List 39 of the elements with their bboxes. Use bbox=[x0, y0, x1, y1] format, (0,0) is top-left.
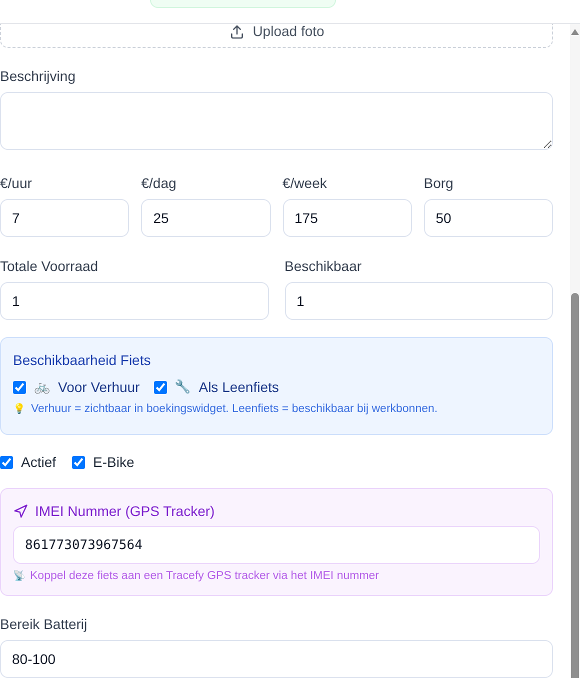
input-field[interactable]: 80-100 bbox=[0, 640, 553, 678]
emoji-icon: 🔧 bbox=[174, 379, 191, 395]
upload-icon bbox=[228, 24, 245, 40]
description-field[interactable] bbox=[0, 92, 553, 150]
input-field[interactable]: 7 bbox=[0, 199, 130, 237]
checkbox[interactable] bbox=[154, 380, 167, 394]
field-label: €/uur bbox=[0, 174, 33, 192]
checkbox-label[interactable]: E-Bike bbox=[93, 454, 134, 470]
emoji-icon: 🚲 bbox=[34, 379, 50, 395]
panel-title: Beschikbaarheid Fiets bbox=[13, 351, 152, 369]
hint-text: Koppel deze fiets aan een Tracefy GPS tracker via het IMEI nummer bbox=[30, 570, 379, 582]
hint-text: Verhuur = zichtbaar in boekingswidget. Leenfiets = beschikbaar bij werkbonnen. bbox=[31, 403, 438, 415]
field-label: Beschikbaar bbox=[284, 257, 363, 275]
panel-title: IMEI Nummer (GPS Tracker) bbox=[35, 502, 215, 520]
input-field[interactable]: 1 bbox=[0, 282, 268, 320]
scrollbar[interactable] bbox=[570, 24, 580, 678]
satellite-icon: 📡 bbox=[13, 570, 25, 582]
field-label: €/dag bbox=[141, 174, 178, 192]
input-field[interactable]: 861773073967564 bbox=[13, 526, 540, 564]
checkbox[interactable] bbox=[13, 380, 26, 394]
field-label: Borg bbox=[424, 174, 454, 192]
checkbox-label[interactable]: Als Leenfiets bbox=[198, 379, 279, 395]
checkbox[interactable] bbox=[72, 456, 86, 468]
lightbulb-icon: 💡 bbox=[13, 403, 25, 415]
checkbox[interactable] bbox=[0, 456, 13, 468]
field-label: Totale Voorraad bbox=[0, 257, 100, 275]
scroll-up-icon[interactable] bbox=[571, 29, 579, 35]
field-label: Beschrijving bbox=[0, 67, 76, 85]
scrollbar-thumb[interactable] bbox=[571, 293, 579, 678]
input-field[interactable]: 175 bbox=[282, 199, 412, 237]
field-label: Bereik Batterij bbox=[0, 615, 88, 633]
navigation-arrow-icon bbox=[13, 504, 28, 518]
checkbox-label[interactable]: Actief bbox=[21, 454, 56, 470]
input-field[interactable]: 1 bbox=[284, 282, 553, 320]
checkbox-label[interactable]: Voor Verhuur bbox=[58, 379, 140, 395]
input-field[interactable]: 50 bbox=[424, 199, 553, 237]
input-field[interactable]: 25 bbox=[141, 199, 270, 237]
field-label: €/week bbox=[282, 174, 328, 192]
upload-button[interactable]: Upload foto bbox=[0, 24, 553, 48]
